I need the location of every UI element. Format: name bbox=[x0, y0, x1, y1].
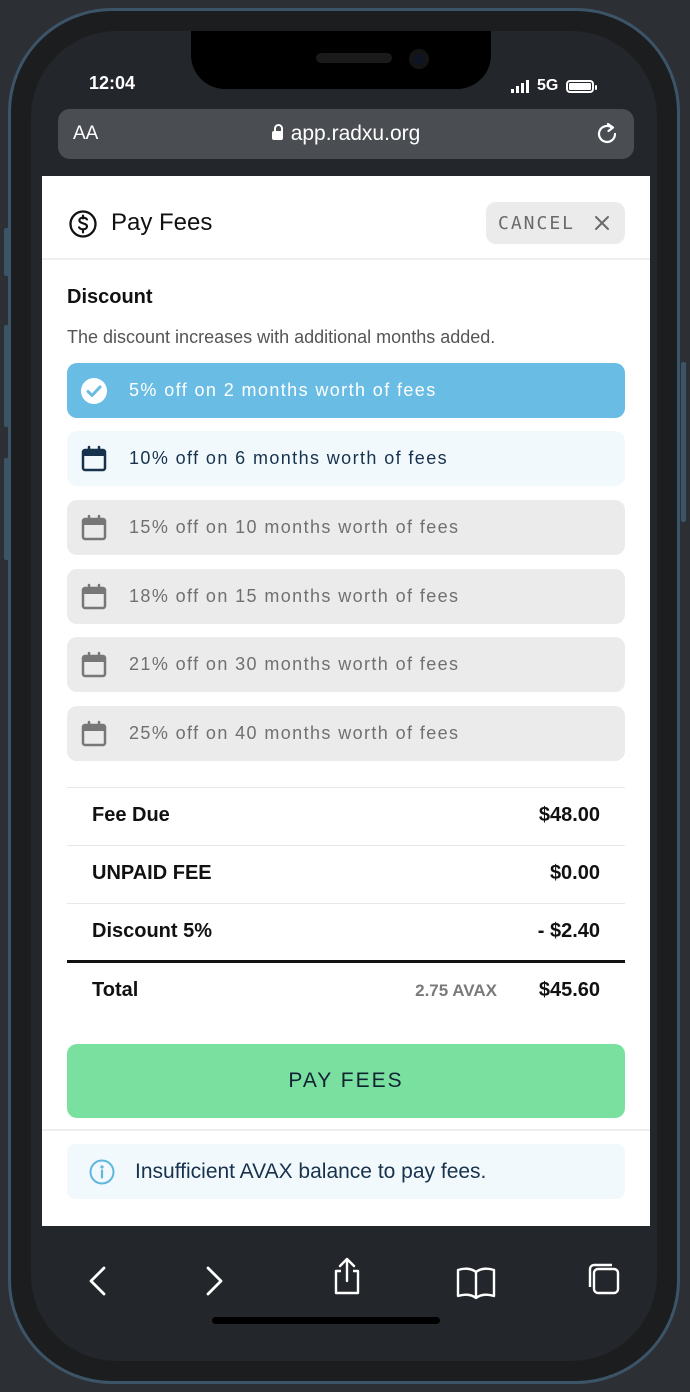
discount-option-10-months: 15% off on 10 months worth of fees bbox=[67, 500, 625, 555]
tabs-icon[interactable] bbox=[585, 1260, 623, 1303]
phone-screen: 12:04 5G AA app.radxu.org Pay Fees CANCE… bbox=[31, 31, 657, 1361]
fee-due-row: Fee Due $48.00 bbox=[67, 787, 625, 844]
lock-icon bbox=[271, 124, 283, 140]
info-message: Insufficient AVAX balance to pay fees. bbox=[135, 1160, 487, 1183]
back-icon[interactable] bbox=[83, 1264, 113, 1303]
cancel-label: CANCEL bbox=[498, 212, 576, 234]
dollar-circle-icon bbox=[68, 209, 98, 244]
discount-option-label: 10% off on 6 months worth of fees bbox=[129, 448, 449, 468]
cancel-button[interactable]: CANCEL bbox=[486, 202, 625, 244]
url-text: app.radxu.org bbox=[290, 122, 421, 145]
discount-option-30-months: 21% off on 30 months worth of fees bbox=[67, 637, 625, 692]
url-field[interactable]: app.radxu.org bbox=[58, 122, 634, 146]
calendar-icon bbox=[80, 445, 108, 478]
total-row: Total 2.75 AVAX $45.60 bbox=[67, 960, 625, 1022]
signal-icon bbox=[511, 79, 529, 93]
discount-heading: Discount bbox=[67, 286, 153, 308]
discount-option-label: 18% off on 15 months worth of fees bbox=[129, 586, 460, 606]
calendar-icon bbox=[80, 514, 108, 547]
calendar-icon bbox=[80, 651, 108, 684]
forward-icon[interactable] bbox=[199, 1264, 229, 1303]
discount-option-2-months[interactable]: 5% off on 2 months worth of fees bbox=[67, 363, 625, 418]
reload-icon[interactable] bbox=[592, 119, 622, 154]
check-circle-icon bbox=[80, 377, 108, 410]
battery-icon bbox=[566, 79, 598, 93]
front-camera bbox=[409, 49, 429, 69]
calendar-icon bbox=[80, 583, 108, 616]
info-icon bbox=[89, 1159, 115, 1190]
home-indicator bbox=[212, 1317, 440, 1324]
discount-option-15-months: 18% off on 15 months worth of fees bbox=[67, 569, 625, 624]
unpaid-fee-label: UNPAID FEE bbox=[92, 862, 212, 884]
network-label: 5G bbox=[537, 77, 559, 94]
total-label: Total bbox=[92, 979, 139, 1001]
bookmarks-icon[interactable] bbox=[455, 1264, 497, 1305]
power-button bbox=[681, 362, 686, 522]
pay-fees-modal: Pay Fees CANCEL Discount The discount in… bbox=[42, 176, 650, 1226]
discount-label: Discount 5% bbox=[92, 920, 213, 942]
discount-option-40-months: 25% off on 40 months worth of fees bbox=[67, 706, 625, 761]
discount-option-label: 25% off on 40 months worth of fees bbox=[129, 723, 460, 743]
calendar-icon bbox=[80, 720, 108, 753]
modal-title: Pay Fees bbox=[111, 209, 213, 236]
discount-option-label: 15% off on 10 months worth of fees bbox=[129, 517, 460, 537]
discount-option-label: 5% off on 2 months worth of fees bbox=[129, 380, 437, 400]
browser-toolbar bbox=[31, 1226, 657, 1350]
discount-option-label: 21% off on 30 months worth of fees bbox=[129, 654, 460, 674]
address-bar[interactable]: AA app.radxu.org bbox=[58, 109, 634, 159]
modal-header: Pay Fees CANCEL bbox=[42, 176, 650, 260]
phone-frame: 12:04 5G AA app.radxu.org Pay Fees CANCE… bbox=[8, 8, 680, 1384]
discount-value: - $2.40 bbox=[537, 920, 600, 942]
unpaid-fee-row: UNPAID FEE $0.00 bbox=[67, 845, 625, 902]
status-time: 12:04 bbox=[89, 73, 136, 93]
fee-due-label: Fee Due bbox=[92, 804, 170, 826]
speaker bbox=[316, 53, 392, 63]
close-icon bbox=[593, 214, 611, 237]
discount-description: The discount increases with additional m… bbox=[67, 327, 496, 347]
fee-due-value: $48.00 bbox=[538, 804, 600, 826]
pay-fees-button[interactable]: PAY FEES bbox=[67, 1044, 625, 1118]
discount-option-6-months[interactable]: 10% off on 6 months worth of fees bbox=[67, 431, 625, 486]
status-indicators: 5G bbox=[511, 77, 598, 95]
unpaid-fee-value: $0.00 bbox=[549, 862, 600, 884]
notch bbox=[191, 31, 491, 89]
share-icon[interactable] bbox=[329, 1256, 365, 1301]
total-avax: 2.75 AVAX bbox=[415, 981, 497, 1000]
divider bbox=[42, 1129, 650, 1131]
info-message-box: Insufficient AVAX balance to pay fees. bbox=[67, 1144, 625, 1199]
total-value: $45.60 bbox=[538, 979, 600, 1001]
discount-row: Discount 5% - $2.40 bbox=[67, 903, 625, 960]
